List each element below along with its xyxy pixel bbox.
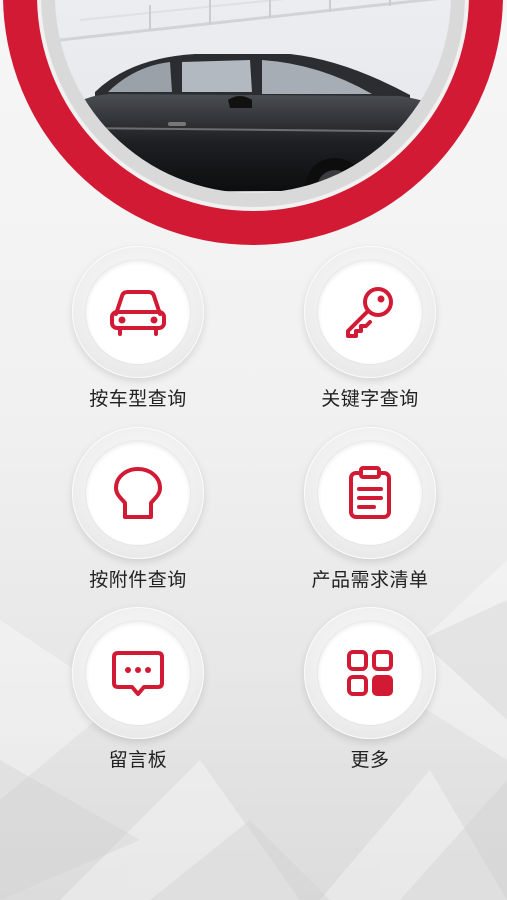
- more-button[interactable]: [304, 607, 436, 739]
- car-icon: [110, 290, 166, 336]
- menu-label: 留言板: [108, 749, 168, 771]
- accessory-button[interactable]: [72, 427, 204, 559]
- menu-label: 关键字查询: [321, 388, 419, 410]
- message-board-button[interactable]: [72, 607, 204, 739]
- hero-banner: [3, 0, 503, 245]
- menu-item-message-board[interactable]: 留言板: [53, 607, 223, 777]
- menu-item-demand-list[interactable]: 产品需求清单: [285, 427, 455, 597]
- menu-label: 按车型查询: [89, 388, 187, 410]
- grid-icon: [347, 650, 393, 696]
- menu-label: 产品需求清单: [311, 569, 429, 591]
- demand-list-button[interactable]: [304, 427, 436, 559]
- menu-item-more[interactable]: 更多: [285, 607, 455, 777]
- clipboard-icon: [349, 466, 391, 519]
- menu-item-accessory[interactable]: 按附件查询: [53, 427, 223, 597]
- car-model-button[interactable]: [72, 246, 204, 378]
- message-icon: [112, 651, 164, 696]
- menu-item-keyword[interactable]: 关键字查询: [285, 246, 455, 416]
- menu-label: 更多: [350, 749, 390, 771]
- key-icon: [346, 287, 393, 338]
- part-icon: [114, 467, 162, 519]
- menu-label: 按附件查询: [89, 569, 187, 591]
- keyword-button[interactable]: [304, 246, 436, 378]
- menu-item-car-model[interactable]: 按车型查询: [53, 246, 223, 416]
